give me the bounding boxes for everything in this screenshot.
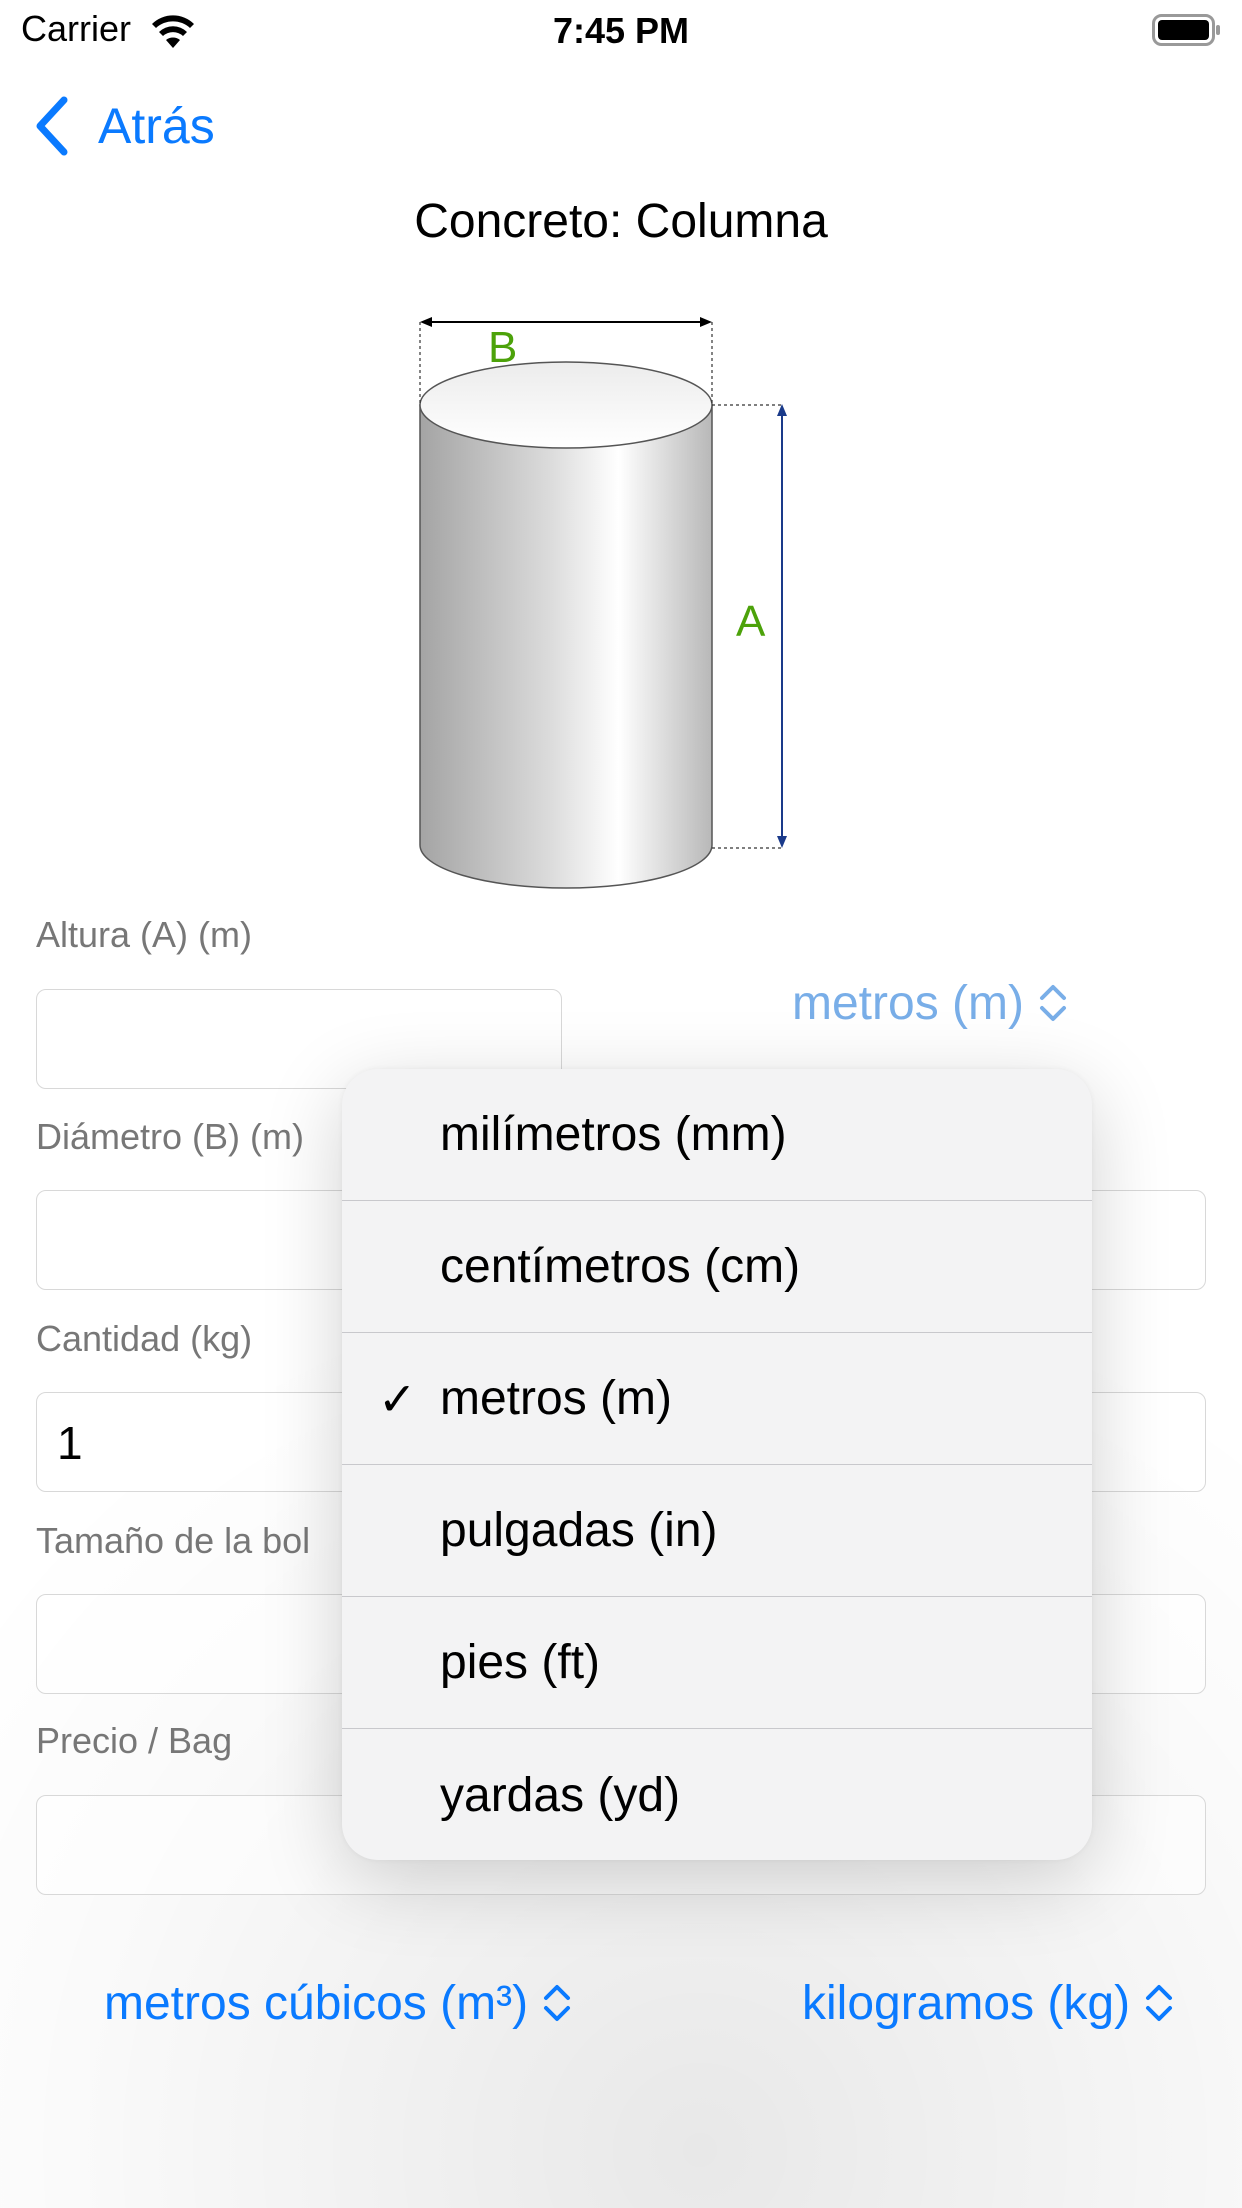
altura-label: Altura (A) (m) (36, 914, 252, 955)
bolsa-label: Tamaño de la bol (36, 1520, 311, 1561)
label-a: A (736, 597, 766, 646)
weight-unit-button[interactable]: kilogramos (kg) (802, 1970, 1174, 2036)
cantidad-label: Cantidad (kg) (36, 1318, 253, 1359)
back-button[interactable]: Atrás (34, 96, 215, 156)
altura-unit-label: metros (m) (792, 976, 1024, 1030)
back-label: Atrás (98, 98, 215, 154)
precio-label: Precio / Bag (36, 1720, 233, 1761)
menu-item-label: yardas (yd) (440, 1768, 681, 1822)
menu-item-label: metros (m) (440, 1372, 672, 1425)
menu-item-label: centímetros (cm) (440, 1240, 801, 1293)
altura-unit-button[interactable]: metros (m) (792, 970, 1068, 1036)
menu-item-centimetros[interactable]: centímetros (cm) (342, 1201, 1092, 1333)
checkmark-icon: ✓ (378, 1373, 417, 1425)
volume-unit-button[interactable]: metros cúbicos (m³) (104, 1970, 572, 2036)
menu-item-label: pies (ft) (440, 1636, 601, 1689)
menu-item-milimetros[interactable]: milímetros (mm) (342, 1069, 1092, 1201)
menu-item-pulgadas[interactable]: pulgadas (in) (342, 1465, 1092, 1597)
column-diagram: B A (419, 317, 787, 889)
label-b: B (488, 323, 517, 372)
menu-item-pies[interactable]: pies (ft) (342, 1597, 1092, 1729)
chevron-updown-icon (544, 1985, 571, 2021)
unit-popup-menu: milímetros (mm) centímetros (cm) ✓ metro… (342, 1069, 1092, 1860)
chevron-left-icon (36, 96, 68, 156)
chevron-updown-icon (1146, 1985, 1173, 2021)
menu-item-label: pulgadas (in) (440, 1504, 718, 1557)
menu-item-metros[interactable]: ✓ metros (m) (342, 1333, 1092, 1465)
weight-unit-label: kilogramos (kg) (802, 1976, 1131, 2030)
diametro-label: Diámetro (B) (m) (36, 1116, 304, 1157)
battery-icon (1152, 14, 1220, 46)
menu-item-yardas[interactable]: yardas (yd) (342, 1729, 1092, 1860)
chevron-updown-icon (1039, 985, 1066, 1021)
clock: 7:45 PM (552, 10, 690, 51)
page-title: Concreto: Columna (414, 195, 828, 248)
volume-unit-label: metros cúbicos (m³) (104, 1976, 529, 2030)
menu-item-label: milímetros (mm) (440, 1108, 787, 1161)
